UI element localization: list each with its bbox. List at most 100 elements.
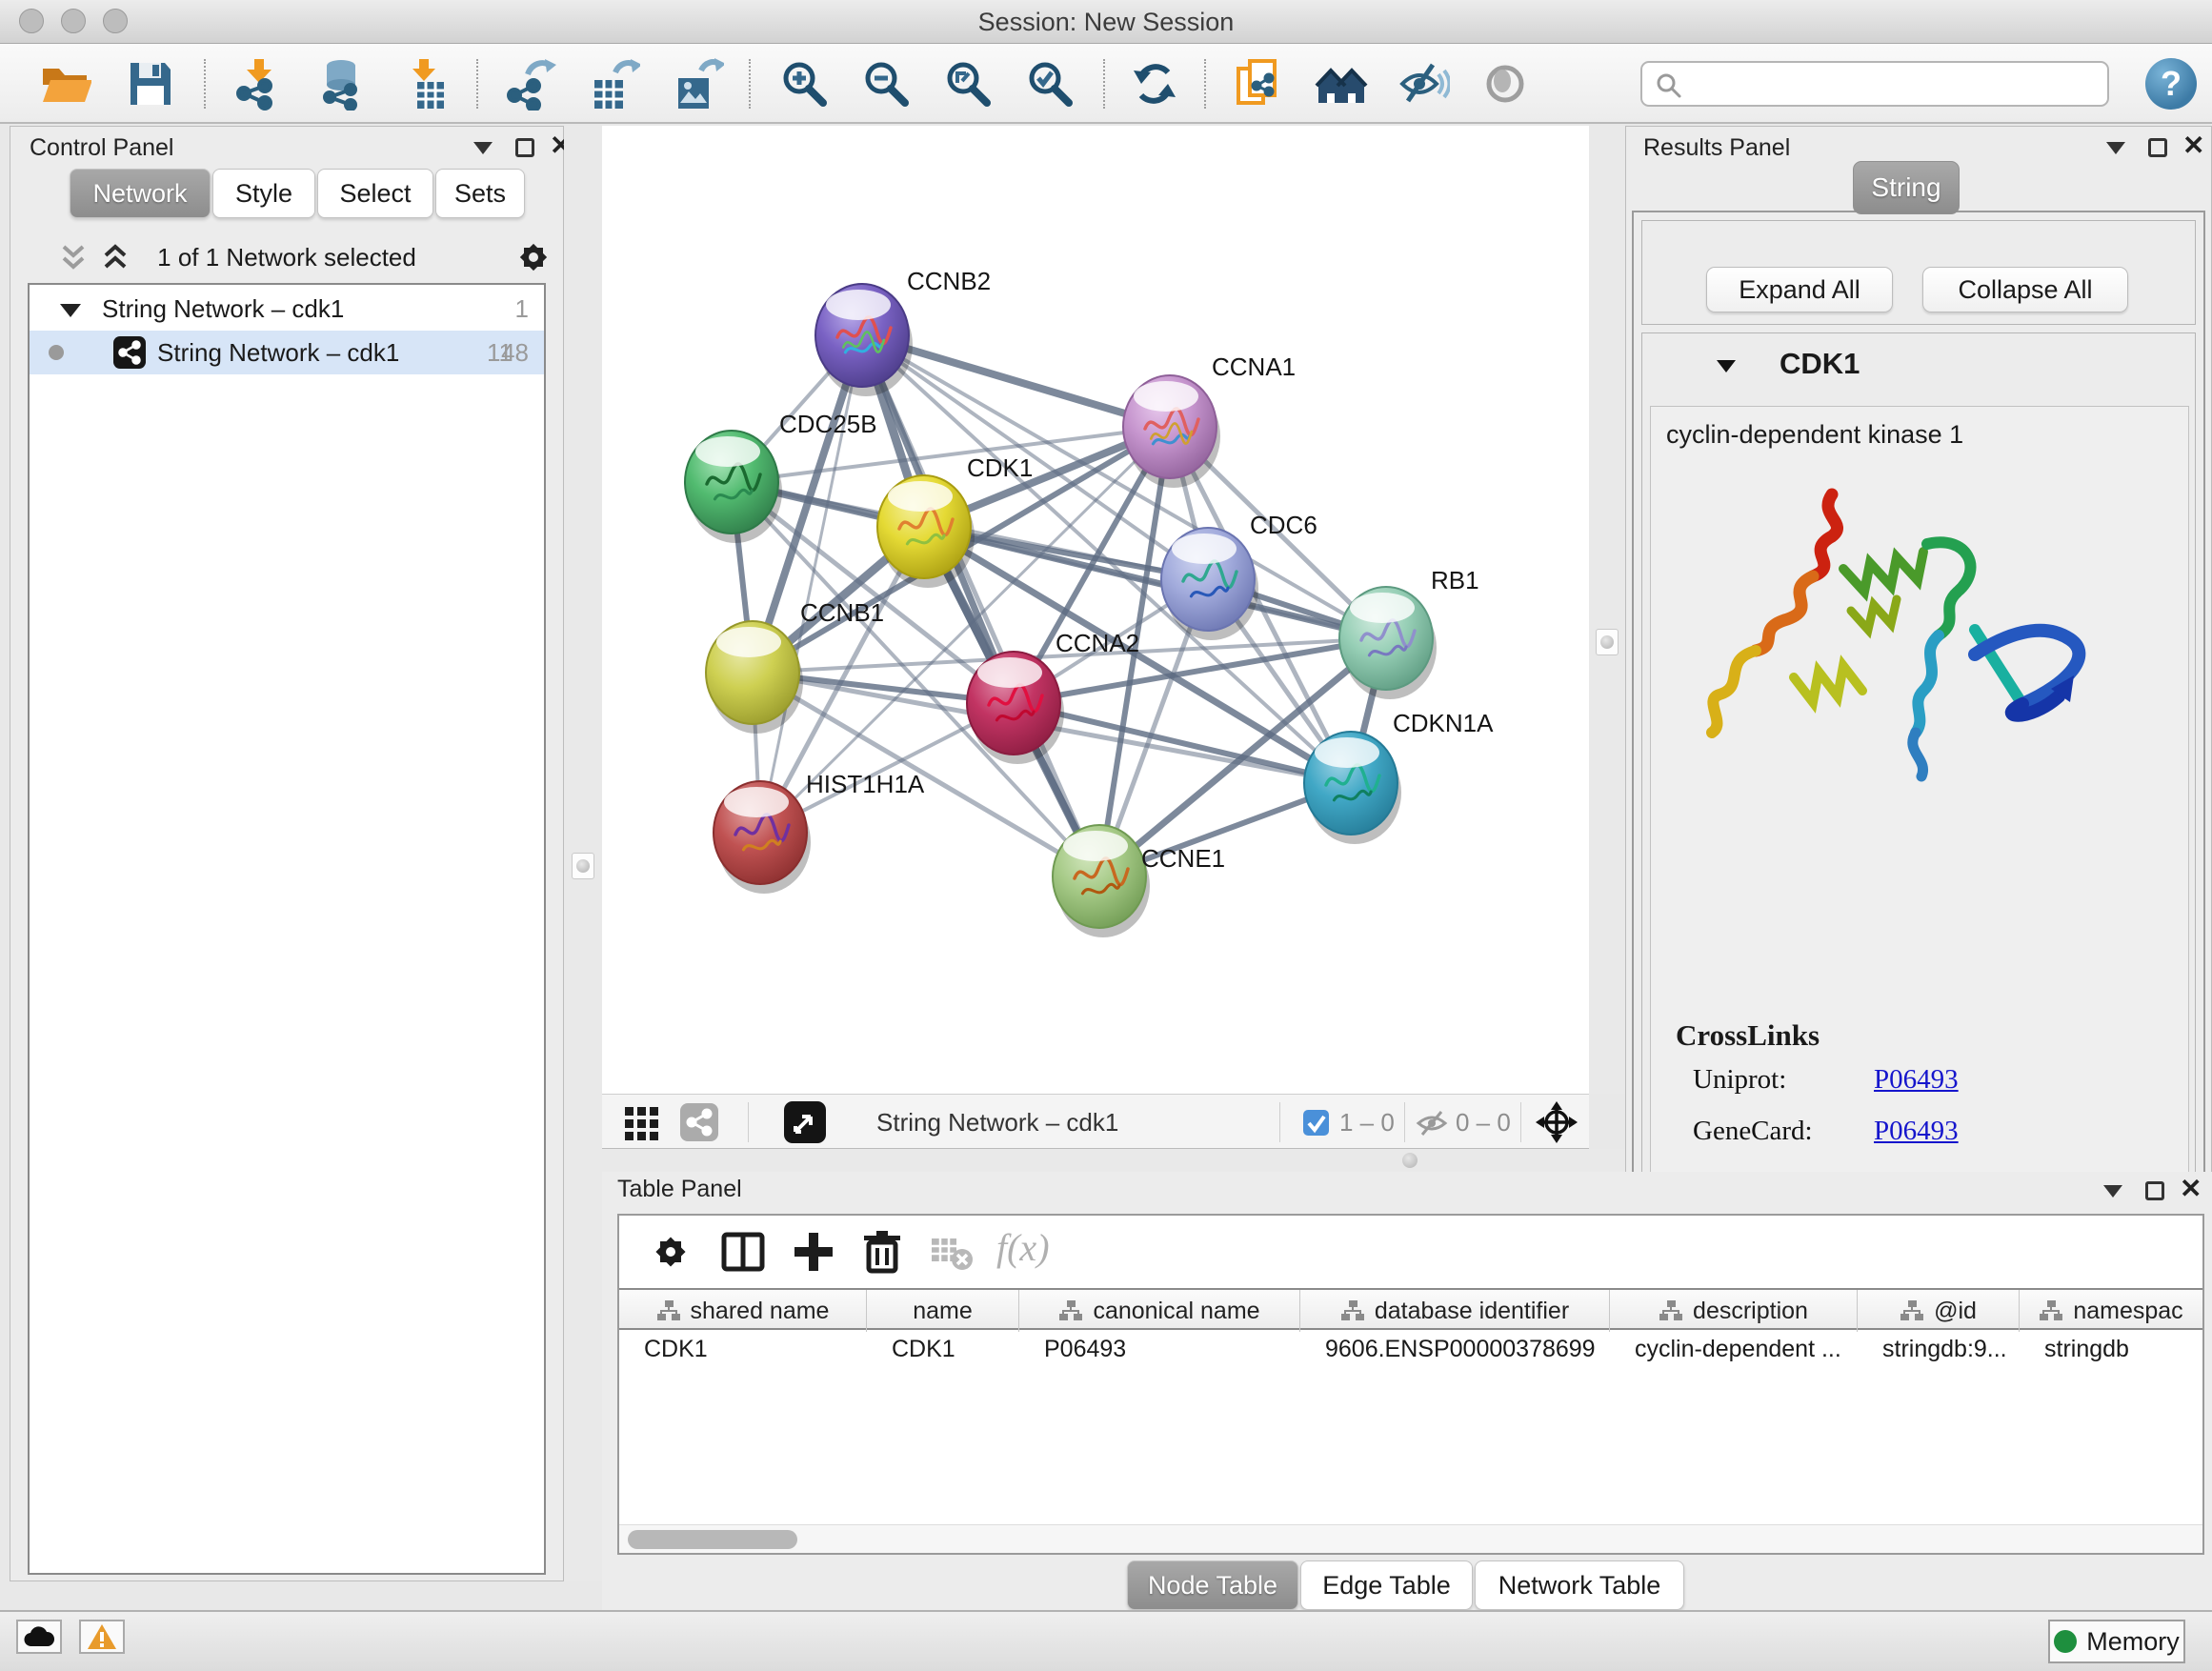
network-node-CDKN1A[interactable] bbox=[1304, 732, 1401, 844]
network-row-selected[interactable]: String Network – cdk1 11 48 bbox=[30, 331, 544, 374]
results-panel-menu-icon[interactable] bbox=[2106, 142, 2125, 154]
tab-select[interactable]: Select bbox=[317, 169, 433, 218]
cell-shared-name[interactable]: CDK1 bbox=[619, 1330, 867, 1368]
import-table-icon[interactable] bbox=[400, 57, 453, 111]
node-label-CDC25B: CDC25B bbox=[779, 410, 877, 438]
birdseye-crosshair-icon[interactable] bbox=[1536, 1101, 1578, 1143]
network-node-CCNA1[interactable] bbox=[1123, 375, 1220, 488]
right-splitter-handle[interactable] bbox=[1596, 629, 1619, 655]
tab-network-table[interactable]: Network Table bbox=[1475, 1560, 1684, 1610]
crosslink-link[interactable]: P06493 bbox=[1874, 1116, 1959, 1147]
column-header[interactable]: description bbox=[1610, 1290, 1858, 1332]
gene-section-caret-icon[interactable] bbox=[1717, 360, 1736, 372]
left-splitter-handle[interactable] bbox=[572, 853, 594, 879]
create-column-icon[interactable] bbox=[789, 1227, 838, 1277]
horizontal-scrollbar[interactable] bbox=[619, 1524, 2202, 1553]
network-label: String Network – cdk1 bbox=[157, 331, 399, 374]
left-splitter[interactable] bbox=[564, 126, 602, 1581]
show-graphics-details-icon[interactable] bbox=[1478, 57, 1532, 111]
network-graph[interactable]: CCNB2CCNA1CDC25BCDK1CDC6RB1CCNB1CCNA2CDK… bbox=[602, 126, 1589, 1094]
tab-style[interactable]: Style bbox=[212, 169, 315, 218]
column-header[interactable]: @id bbox=[1858, 1290, 2020, 1332]
tree-expand-caret-icon[interactable] bbox=[60, 304, 81, 317]
column-header[interactable]: shared name bbox=[619, 1290, 867, 1332]
tab-node-table[interactable]: Node Table bbox=[1127, 1560, 1298, 1610]
scrollbar-thumb[interactable] bbox=[628, 1530, 797, 1549]
cell-namespace[interactable]: stringdb bbox=[2020, 1330, 2202, 1368]
results-panel-close-icon[interactable]: ✕ bbox=[2182, 136, 2204, 155]
network-canvas[interactable]: CCNB2CCNA1CDC25BCDK1CDC6RB1CCNB1CCNA2CDK… bbox=[602, 126, 1589, 1094]
main-toolbar: ? bbox=[0, 44, 2212, 124]
network-node-CCNB2[interactable] bbox=[815, 284, 913, 396]
network-options-gear-icon[interactable] bbox=[513, 237, 553, 277]
network-node-CDC25B[interactable] bbox=[685, 431, 782, 543]
first-neighbors-icon[interactable] bbox=[1315, 57, 1368, 111]
bottom-splitter-handle[interactable] bbox=[1402, 1153, 1418, 1168]
help-button[interactable]: ? bbox=[2145, 58, 2197, 110]
new-network-from-selection-icon[interactable] bbox=[1231, 57, 1284, 111]
tab-edge-table[interactable]: Edge Table bbox=[1300, 1560, 1473, 1610]
column-header[interactable]: name bbox=[867, 1290, 1019, 1332]
hide-selected-icon[interactable] bbox=[1397, 57, 1450, 111]
cell-database-identifier[interactable]: 9606.ENSP00000378699 bbox=[1300, 1330, 1610, 1368]
toolbar-separator bbox=[749, 59, 751, 109]
cell-description[interactable]: cyclin-dependent ... bbox=[1610, 1330, 1858, 1368]
detach-view-icon[interactable] bbox=[784, 1101, 826, 1143]
network-node-CCNE1[interactable] bbox=[1053, 825, 1150, 937]
save-session-icon[interactable] bbox=[124, 57, 177, 111]
apply-layout-icon[interactable] bbox=[1128, 57, 1181, 111]
search-input[interactable] bbox=[1692, 67, 2092, 101]
table-panel-title: Table Panel bbox=[617, 1176, 742, 1203]
selected-checkbox-icon[interactable] bbox=[1303, 1110, 1329, 1136]
view-grid-icon[interactable] bbox=[623, 1103, 661, 1141]
cloud-button[interactable] bbox=[16, 1620, 62, 1654]
column-header[interactable]: namespac bbox=[2020, 1290, 2202, 1332]
tab-sets[interactable]: Sets bbox=[435, 169, 525, 218]
expand-all-button[interactable]: Expand All bbox=[1706, 267, 1893, 312]
import-network-database-icon[interactable] bbox=[316, 57, 370, 111]
import-network-file-icon[interactable] bbox=[232, 57, 286, 111]
cell-id[interactable]: stringdb:9... bbox=[1858, 1330, 2020, 1368]
crosslink-link[interactable]: P06493 bbox=[1874, 1064, 1959, 1096]
network-node-RB1[interactable] bbox=[1339, 587, 1437, 699]
collapse-all-icon[interactable] bbox=[56, 241, 90, 275]
export-table-icon[interactable] bbox=[587, 57, 640, 111]
network-node-CDK1[interactable] bbox=[877, 475, 975, 588]
open-session-icon[interactable] bbox=[38, 57, 91, 111]
tab-string[interactable]: String bbox=[1853, 161, 1960, 214]
delete-column-icon[interactable] bbox=[857, 1227, 907, 1277]
cell-canonical-name[interactable]: P06493 bbox=[1019, 1330, 1300, 1368]
fit-content-icon[interactable] bbox=[941, 57, 995, 111]
hidden-eye-icon[interactable] bbox=[1416, 1107, 1448, 1139]
cell-name[interactable]: CDK1 bbox=[867, 1330, 1019, 1368]
window-title: Session: New Session bbox=[0, 0, 2212, 44]
zoom-in-icon[interactable] bbox=[777, 57, 831, 111]
export-network-icon[interactable] bbox=[503, 57, 556, 111]
memory-button[interactable]: Memory bbox=[2048, 1620, 2185, 1663]
network-collection-row[interactable]: String Network – cdk1 1 bbox=[30, 287, 544, 331]
tab-network[interactable]: Network bbox=[70, 169, 211, 218]
table-options-gear-icon[interactable] bbox=[646, 1227, 695, 1277]
zoom-out-icon[interactable] bbox=[859, 57, 913, 111]
export-image-icon[interactable] bbox=[671, 57, 724, 111]
control-panel-menu-icon[interactable] bbox=[473, 142, 493, 154]
network-view-toolbar: String Network – cdk1 1 – 0 0 – 0 bbox=[602, 1094, 1589, 1149]
warnings-button[interactable] bbox=[79, 1620, 125, 1654]
right-splitter[interactable] bbox=[1589, 126, 1625, 1094]
table-panel-float-icon[interactable] bbox=[2145, 1181, 2164, 1200]
table-row[interactable]: CDK1 CDK1 P06493 9606.ENSP00000378699 cy… bbox=[619, 1330, 2202, 1368]
zoom-selected-icon[interactable] bbox=[1023, 57, 1076, 111]
table-panel-menu-icon[interactable] bbox=[2103, 1185, 2122, 1198]
control-panel-float-icon[interactable] bbox=[515, 138, 534, 157]
column-header[interactable]: database identifier bbox=[1300, 1290, 1610, 1332]
column-header[interactable]: canonical name bbox=[1019, 1290, 1300, 1332]
view-list-share-icon[interactable] bbox=[680, 1103, 718, 1141]
network-edge-CCNA2-CDKN1A[interactable] bbox=[1014, 703, 1351, 783]
node-table-container: f(x) shared name name canonical name dat… bbox=[617, 1214, 2204, 1555]
results-panel-float-icon[interactable] bbox=[2148, 138, 2167, 157]
show-columns-icon[interactable] bbox=[718, 1227, 768, 1277]
table-panel-close-icon[interactable]: ✕ bbox=[2180, 1179, 2202, 1198]
shared-column-icon bbox=[1659, 1299, 1683, 1322]
network-node-CCNA2[interactable] bbox=[967, 652, 1064, 764]
collapse-all-button[interactable]: Collapse All bbox=[1922, 267, 2128, 312]
